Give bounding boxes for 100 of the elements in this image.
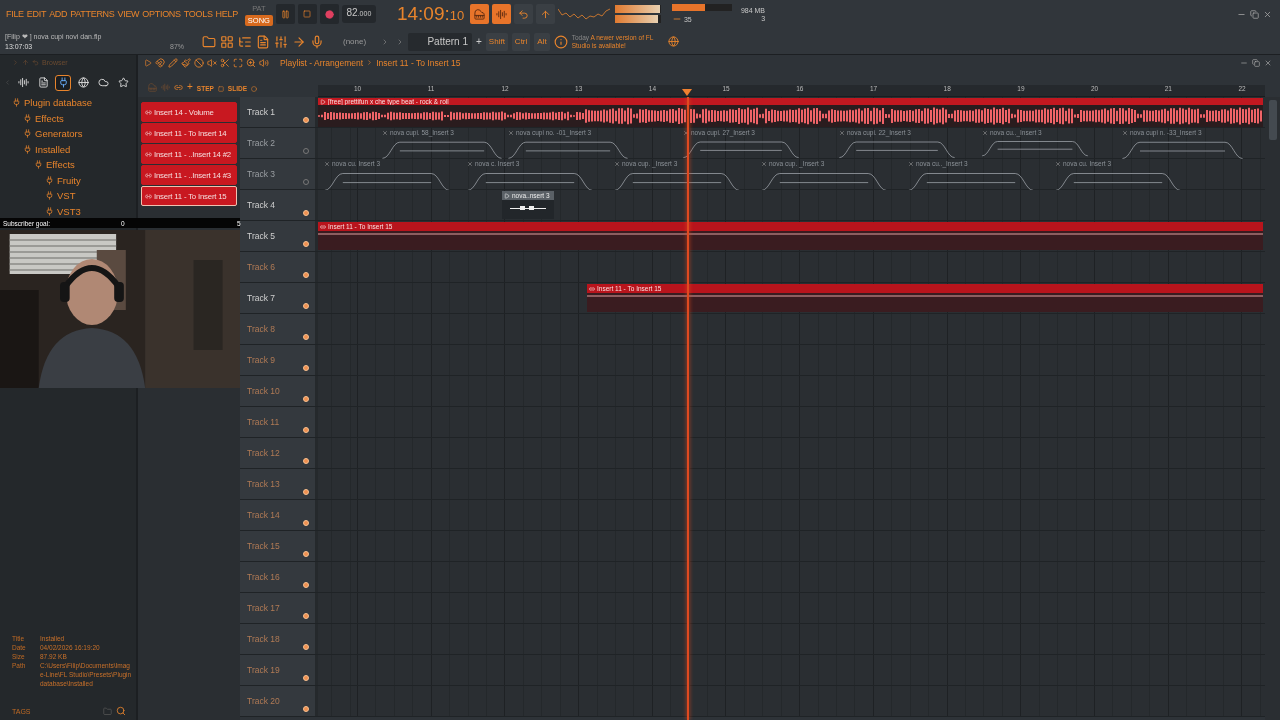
play-icon[interactable] [144, 58, 152, 67]
track-mute-dot[interactable] [303, 210, 309, 216]
menu-item[interactable]: FILE [6, 9, 24, 19]
track-header[interactable]: Track 4 [240, 190, 318, 220]
track-header[interactable]: Track 11 [240, 407, 318, 437]
track-mute-dot[interactable] [303, 396, 309, 402]
globe-icon[interactable] [667, 36, 679, 47]
star-icon[interactable] [117, 77, 129, 88]
track-header[interactable]: Track 19 [240, 655, 318, 685]
track-mute-dot[interactable] [303, 117, 309, 123]
delete-icon[interactable] [194, 57, 204, 68]
track-mute-dot[interactable] [303, 334, 309, 340]
select-icon[interactable] [233, 57, 243, 68]
browser-tree-item[interactable]: Fruity [0, 172, 136, 188]
menu-item[interactable]: OPTIONS [142, 9, 181, 19]
menu-item[interactable]: VIEW [117, 9, 140, 19]
step-edit-button[interactable] [491, 4, 511, 24]
close-icon[interactable] [1263, 9, 1272, 19]
add-pattern-button[interactable]: + [476, 36, 482, 47]
track-header[interactable]: Track 18 [240, 624, 318, 654]
browser-tree-item[interactable]: Effects [0, 110, 136, 126]
track-header[interactable]: Track 7 [240, 283, 318, 313]
track-mute-dot[interactable] [303, 303, 309, 309]
menu-item[interactable]: TOOLS [183, 9, 213, 19]
track-header[interactable]: Track 14 [240, 500, 318, 530]
track-mute-dot[interactable] [303, 241, 309, 247]
track-header[interactable]: Track 5 [240, 221, 318, 251]
browser-tree-item[interactable]: Effects [0, 157, 136, 173]
track-mute-dot[interactable] [303, 706, 309, 712]
track-header[interactable]: Track 12 [240, 438, 318, 468]
track-mute-dot[interactable] [303, 365, 309, 371]
menu-item[interactable]: ADD [49, 9, 68, 19]
microphone-icon[interactable] [310, 34, 324, 49]
browser-icon[interactable] [202, 34, 216, 49]
browser-tree-item[interactable]: Installed [0, 141, 136, 157]
audio-icon[interactable] [17, 77, 29, 88]
playlist-icon[interactable] [256, 34, 270, 49]
modifier-key[interactable]: Ctrl [511, 32, 531, 51]
track-mute-dot[interactable] [303, 427, 309, 433]
menu-item[interactable]: EDIT [26, 9, 47, 19]
pattern-notes [510, 206, 546, 210]
loop-record-button[interactable] [513, 4, 533, 24]
restore-icon[interactable] [1250, 9, 1259, 19]
track-header[interactable]: Track 13 [240, 469, 318, 499]
arrow-up-icon [539, 8, 551, 20]
close-icon[interactable] [1264, 58, 1272, 67]
menu-item[interactable]: PATTERNS [70, 9, 115, 19]
help-icon[interactable] [553, 34, 568, 49]
radio-icon[interactable] [251, 86, 257, 92]
track-mute-dot[interactable] [303, 582, 309, 588]
browser-tree-item[interactable]: Plugin database [0, 95, 136, 111]
track-header[interactable]: Track 6 [240, 252, 318, 282]
pause-button[interactable] [275, 4, 295, 24]
modifier-key[interactable]: Shift [485, 32, 508, 51]
mute-icon[interactable] [207, 57, 217, 68]
track-header[interactable]: Track 16 [240, 562, 318, 592]
typing-keyboard-button[interactable] [469, 4, 489, 24]
record-button[interactable] [319, 4, 339, 24]
track-header[interactable]: Track 9 [240, 345, 318, 375]
track-header[interactable]: Track 8 [240, 314, 318, 344]
track-mute-dot[interactable] [303, 520, 309, 526]
search-icon[interactable] [116, 706, 126, 716]
track-mute-dot[interactable] [303, 675, 309, 681]
track-header[interactable]: Track 20 [240, 686, 318, 716]
restore-icon[interactable] [1252, 58, 1260, 67]
browser-tree-item[interactable]: VST3 [0, 203, 136, 219]
pattern-dropdown[interactable]: (none) [340, 33, 392, 50]
file-icon[interactable] [37, 77, 49, 88]
cloud-icon[interactable] [97, 77, 109, 88]
brush-icon[interactable] [181, 57, 191, 68]
browser-tree-item[interactable]: Generators [0, 126, 136, 142]
track-header[interactable]: Track 15 [240, 531, 318, 561]
mixer-icon[interactable] [274, 34, 288, 49]
automation-icon[interactable] [174, 83, 183, 92]
slice-icon[interactable] [220, 57, 230, 68]
plug-icon[interactable] [57, 77, 69, 88]
track-name: Track 7 [247, 293, 276, 303]
menu-item[interactable]: HELP [215, 9, 238, 19]
pattern-selector[interactable]: Pattern 1 [408, 32, 472, 51]
track-mute-dot[interactable] [303, 272, 309, 278]
track-header[interactable]: Track 3 [240, 159, 318, 189]
track-header[interactable]: Track 2 [240, 128, 318, 158]
zoom-icon[interactable] [246, 57, 256, 68]
checkbox-icon[interactable] [217, 86, 224, 92]
track-mute-dot[interactable] [303, 458, 309, 464]
playback-icon[interactable] [259, 57, 269, 68]
magnet-icon[interactable] [155, 57, 165, 68]
pencil-icon[interactable] [168, 57, 178, 68]
add-track-button[interactable]: + [187, 81, 193, 92]
track-mute-dot[interactable] [303, 613, 309, 619]
track-mute-dot[interactable] [303, 489, 309, 495]
track-header[interactable]: Track 10 [240, 376, 318, 406]
track-mute-dot[interactable] [303, 551, 309, 557]
track-header[interactable]: Track 1 [240, 97, 318, 127]
scrollbar-thumb[interactable] [1268, 100, 1277, 140]
plug-icon [34, 160, 43, 170]
track-header[interactable]: Track 17 [240, 593, 318, 623]
browser-tree-item[interactable]: VST [0, 188, 136, 204]
track-mute-dot[interactable] [303, 644, 309, 650]
modifier-key[interactable]: Alt [534, 32, 550, 51]
